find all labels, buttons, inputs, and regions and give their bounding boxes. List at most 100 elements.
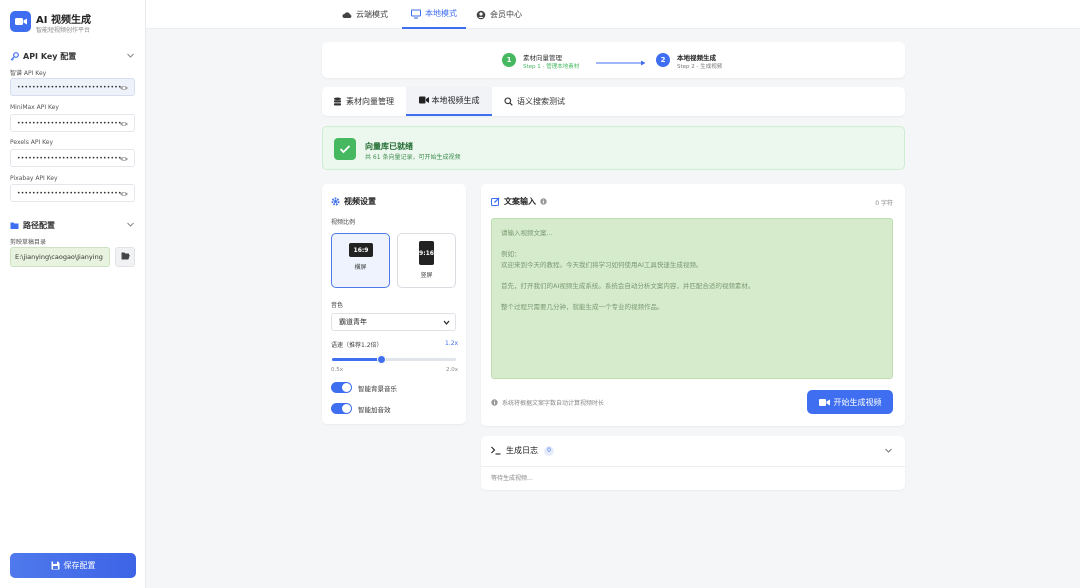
draft-dir-row: E:\jianying\caogao\Jianying: [10, 247, 136, 267]
pexels-key-label: Pexels API Key: [10, 139, 54, 146]
tab-local-mode[interactable]: 本地模式: [402, 0, 466, 29]
ratio-portrait-glyph: 9:16: [419, 241, 434, 265]
path-section-title: 路径配置: [23, 220, 55, 230]
log-header[interactable]: 生成日志 0: [491, 445, 554, 456]
zhipu-key-input[interactable]: ••••••••••••••••••••••••••••••••••••••: [10, 78, 135, 96]
speed-slider[interactable]: [332, 355, 456, 364]
sfx-toggle-row[interactable]: 智能加音效: [331, 403, 391, 414]
subtab-semantic-search[interactable]: 语义搜索测试: [504, 87, 565, 116]
ratio-label: 视频比例: [331, 219, 356, 226]
minimax-key-label: MiniMax API Key: [10, 104, 59, 111]
info-icon: [491, 399, 498, 406]
save-config-label: 保存配置: [63, 561, 96, 570]
pexels-key-input[interactable]: ••••••••••••••••••••••••••••••••••••••: [10, 149, 135, 167]
video-camera-icon: [818, 398, 830, 407]
video-settings-header: 视频设置: [331, 196, 376, 207]
eye-icon[interactable]: [119, 83, 129, 93]
chevron-down-icon[interactable]: [126, 51, 135, 60]
step-2-title: 本地视频生成: [677, 54, 716, 62]
folder-open-icon: [121, 252, 130, 262]
bgm-toggle-row[interactable]: 智能背景音乐: [331, 382, 397, 393]
search-icon: [504, 97, 513, 106]
ratio-portrait-name: 竖屏: [420, 272, 433, 279]
ready-subtitle: 共 61 条向量记录，可开始生成视频: [365, 154, 461, 161]
tab-member-center[interactable]: 会员中心: [476, 0, 522, 29]
step-1-circle: 1: [502, 53, 516, 67]
eye-icon[interactable]: [119, 119, 129, 129]
voice-select[interactable]: 霸道青年: [331, 313, 456, 331]
pixabay-key-input[interactable]: ••••••••••••••••••••••••••••••••••••: [10, 184, 135, 202]
terminal-icon: [491, 446, 501, 455]
bgm-toggle[interactable]: [331, 382, 352, 393]
vector-ready-banner: 向量库已就绪 共 61 条向量记录，可开始生成视频: [322, 126, 905, 170]
chevron-down-icon[interactable]: [884, 446, 893, 455]
subtab-material-vectors[interactable]: 素材向量管理: [333, 87, 394, 116]
step-1-sub: Step 1 - 管理本地素材: [523, 64, 580, 70]
step-2-sub: Step 2 - 生成视频: [677, 64, 723, 70]
edit-icon: [491, 197, 500, 206]
video-camera-icon: [418, 96, 429, 105]
placeholder-line: 欢迎来到今天的教程。今天我们将学习如何使用AI工具快速生成视频。: [501, 260, 703, 269]
tab-cloud-mode[interactable]: 云端模式: [342, 0, 388, 29]
save-config-button[interactable]: 保存配置: [10, 553, 136, 578]
eye-icon[interactable]: [119, 189, 129, 199]
brand-title: AI 视频生成: [36, 15, 91, 26]
placeholder-line: 首先，打开我们的AI视频生成系统。系统会自动分析文案内容，并匹配合适的视频素材。: [501, 281, 755, 290]
minimax-key-input[interactable]: ••••••••••••••••••••••••••••••••••••••: [10, 114, 135, 132]
start-generate-button[interactable]: 开始生成视频: [807, 390, 893, 414]
zhipu-key-label: 智谱 API Key: [10, 70, 47, 77]
gear-icon: [331, 197, 340, 206]
placeholder-line: 例如：: [501, 250, 521, 258]
speed-slider-fill: [332, 358, 382, 361]
bgm-toggle-label: 智能背景音乐: [358, 384, 397, 393]
log-empty-text: 等待生成视频...: [491, 475, 533, 482]
ratio-landscape-glyph: 16:9: [349, 243, 373, 257]
text-input-header: 文案输入: [491, 196, 547, 207]
log-divider: [481, 466, 905, 467]
check-icon: [334, 138, 356, 160]
speed-max: 2.0x: [446, 367, 459, 373]
step-indicator: 1 素材向量管理 Step 1 - 管理本地素材 2 本地视频生成 Step 2…: [322, 42, 905, 78]
placeholder-line: 请输入视频文案...: [501, 229, 553, 237]
path-section-header[interactable]: 路径配置: [10, 219, 135, 231]
log-count-badge: 0: [544, 445, 554, 456]
speed-min: 0.5x: [331, 367, 344, 373]
eye-icon[interactable]: [119, 154, 129, 164]
pixabay-key-label: Pixabay API Key: [10, 175, 58, 182]
brand-subtitle: 智能短视频创作平台: [36, 27, 91, 34]
database-icon: [333, 97, 342, 106]
generation-log-card: 生成日志 0 等待生成视频...: [481, 436, 905, 490]
sidebar: AI 视频生成 智能短视频创作平台 API Key 配置 智谱 API Key …: [0, 0, 146, 588]
ratio-portrait-option[interactable]: 9:16 竖屏: [397, 233, 456, 288]
chevron-down-icon[interactable]: [126, 220, 135, 229]
duration-hint: 系统将根据文案字数自动计算视频时长: [491, 398, 604, 407]
sub-tabs: 素材向量管理 本地视频生成 语义搜索测试: [322, 87, 905, 116]
voice-label: 音色: [331, 302, 344, 309]
script-textarea[interactable]: 请输入视频文案... 例如： 欢迎来到今天的教程。今天我们将学习如何使用AI工具快…: [491, 218, 893, 379]
save-icon: [51, 561, 60, 570]
user-circle-icon: [476, 10, 486, 20]
monitor-icon: [410, 8, 422, 19]
placeholder-line: [501, 270, 883, 281]
subtab-local-video[interactable]: 本地视频生成: [406, 87, 492, 116]
ratio-landscape-name: 横屏: [354, 264, 367, 271]
ratio-landscape-option[interactable]: 16:9 横屏: [331, 233, 390, 288]
placeholder-line: [501, 239, 883, 250]
text-input-card: 文案输入 0 字符 请输入视频文案... 例如： 欢迎来到今天的教程。今天我们将学…: [481, 184, 905, 426]
step-1-title: 素材向量管理: [523, 54, 562, 62]
ready-title: 向量库已就绪: [365, 142, 413, 151]
step-arrow: [596, 59, 646, 68]
chevron-down-icon: [443, 319, 450, 326]
speed-label: 语速（推荐1.2倍）: [331, 342, 383, 349]
browse-folder-button[interactable]: [115, 247, 135, 267]
api-section-header[interactable]: API Key 配置: [10, 50, 135, 62]
sfx-toggle-label: 智能加音效: [358, 405, 391, 414]
step-2-circle: 2: [656, 53, 670, 67]
placeholder-line: [501, 291, 883, 302]
video-camera-logo-icon: [10, 11, 31, 32]
folder-icon: [10, 221, 19, 230]
info-icon: [540, 198, 547, 205]
draft-dir-input[interactable]: E:\jianying\caogao\Jianying: [10, 247, 110, 267]
sfx-toggle[interactable]: [331, 403, 352, 414]
char-count: 0 字符: [875, 200, 893, 207]
